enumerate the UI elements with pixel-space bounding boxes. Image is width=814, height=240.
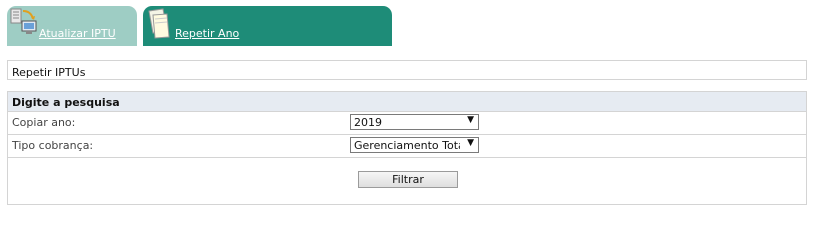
filtrar-button[interactable]: Filtrar: [358, 171, 458, 188]
tipo-cobranca-select[interactable]: Gerenciamento Total ▼: [350, 137, 479, 153]
field-label: Copiar ano:: [12, 116, 76, 129]
tab-repetir-ano[interactable]: Repetir Ano: [143, 6, 392, 46]
button-row: Filtrar: [8, 158, 806, 203]
search-form: Digite a pesquisa Copiar ano: 2019 ▼ Tip…: [7, 91, 807, 205]
page-title: Repetir IPTUs: [7, 60, 807, 80]
field-row-copiar-ano: Copiar ano: 2019 ▼: [8, 112, 806, 135]
documents-icon: [145, 7, 175, 44]
dropdown-arrow-icon: ▼: [467, 115, 474, 125]
computer-sync-icon: [9, 7, 39, 40]
tab-label[interactable]: Repetir Ano: [175, 27, 239, 40]
tab-label[interactable]: Atualizar IPTU: [39, 27, 116, 40]
tab-atualizar-iptu[interactable]: Atualizar IPTU: [7, 6, 137, 46]
dropdown-arrow-icon: ▼: [467, 138, 474, 148]
search-header: Digite a pesquisa: [8, 92, 806, 112]
select-value: Gerenciamento Total: [354, 139, 460, 152]
select-value: 2019: [354, 116, 382, 129]
copiar-ano-select[interactable]: 2019 ▼: [350, 114, 479, 130]
field-label: Tipo cobrança:: [12, 139, 94, 152]
field-row-tipo-cobranca: Tipo cobrança: Gerenciamento Total ▼: [8, 135, 806, 158]
